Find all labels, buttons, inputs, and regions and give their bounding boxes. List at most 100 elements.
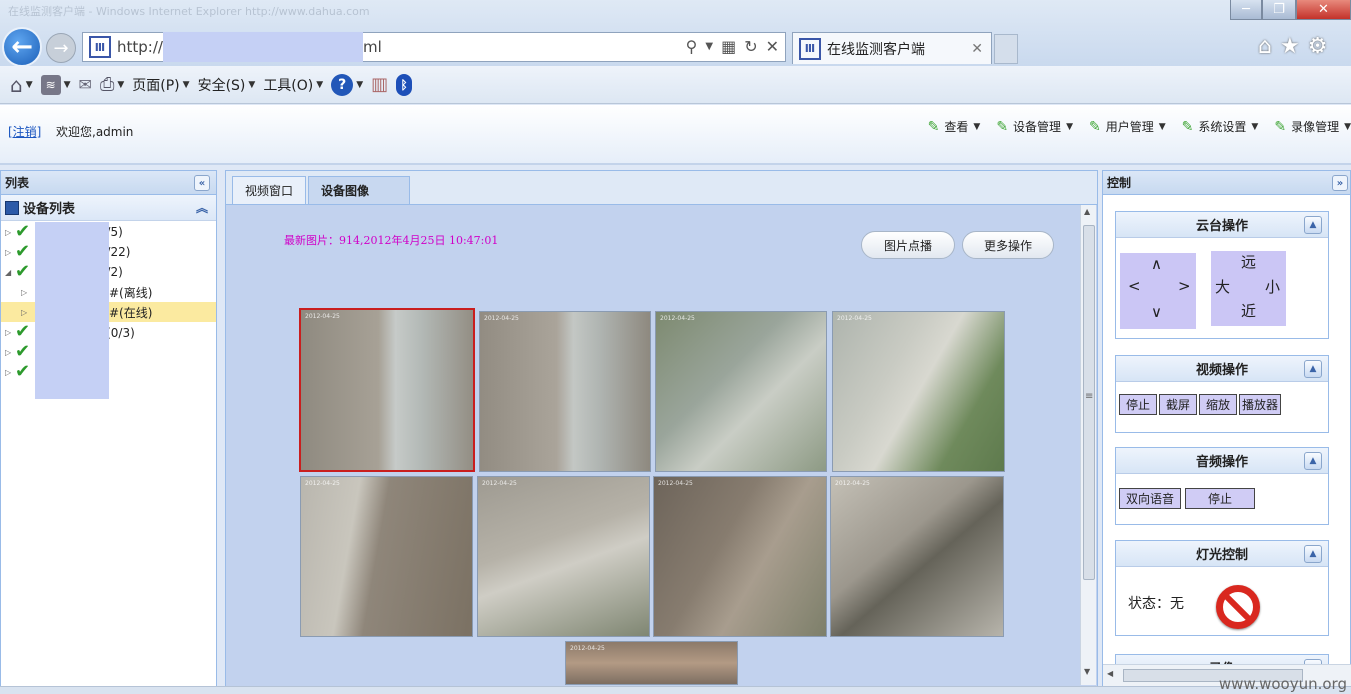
camera-thumbnail[interactable]: 2012-04-25 <box>830 476 1004 637</box>
home-icon[interactable]: ⌂ <box>1258 34 1272 59</box>
forward-button[interactable]: → <box>46 33 76 63</box>
collapsed-triangle-icon[interactable]: ▷ <box>5 328 15 337</box>
collapse-up-icon[interactable]: ▲ <box>1304 360 1322 378</box>
menu-user-management[interactable]: ✎ 用户管理 ▼ <box>1089 118 1166 135</box>
search-icon[interactable]: ⚲ <box>686 37 698 56</box>
command-bar: ⌂ ▼ ≋ ▼ ✉ ⎙ ▼ 页面(P) ▼ 安全(S) ▼ 工具(O) ▼ ? ▼ ▥ ᛒ <box>0 66 1351 104</box>
ptz-zoom-out-button[interactable]: 小 <box>1265 276 1280 297</box>
scroll-left-icon[interactable]: ◀ <box>1107 669 1113 678</box>
chevron-down-icon: ▼ <box>316 79 324 90</box>
tab-close-icon[interactable]: ✕ <box>971 41 983 57</box>
print-command[interactable]: ⎙ ▼ <box>100 74 124 95</box>
audio-stop-button[interactable]: 停止 <box>1185 488 1256 509</box>
stop-icon[interactable]: ✕ <box>766 37 779 56</box>
image-play-button[interactable]: 图片点播 <box>861 231 955 259</box>
collapsed-triangle-icon[interactable]: ▷ <box>21 308 31 317</box>
menu-recording-management[interactable]: ✎ 录像管理 ▼ <box>1274 118 1351 135</box>
pencil-icon: ✎ <box>1088 118 1101 135</box>
tools-menu[interactable]: 工具(O) ▼ <box>263 75 323 95</box>
ptz-far-button[interactable]: 远 <box>1241 251 1256 272</box>
audio-ops-title: 音频操作 <box>1195 455 1248 470</box>
bluetooth-command[interactable]: ᛒ <box>396 73 413 96</box>
player-button[interactable]: 播放器 <box>1239 394 1282 415</box>
collapsed-triangle-icon[interactable]: ▷ <box>5 368 15 377</box>
collapsed-triangle-icon[interactable]: ▷ <box>5 228 15 237</box>
collapse-up-icon[interactable]: ▲ <box>1304 545 1322 563</box>
zoom-button[interactable]: 缩放 <box>1199 394 1238 415</box>
thumbnail-timestamp: 2012-04-25 <box>835 480 870 487</box>
scroll-up-icon[interactable]: ▲ <box>1084 207 1090 216</box>
restore-button[interactable]: ❐ <box>1262 0 1296 20</box>
tab-device-image[interactable]: 设备图像 <box>308 176 411 204</box>
collapsed-triangle-icon[interactable]: ▷ <box>5 348 15 357</box>
collapse-up-button[interactable]: ︽ <box>194 199 210 215</box>
url-text[interactable]: http:// ml <box>117 32 382 62</box>
site-favicon-icon: Ⅲ <box>89 36 111 58</box>
favorites-star-icon[interactable]: ★ <box>1280 34 1300 59</box>
printer-icon: ⎙ <box>99 74 115 95</box>
more-actions-button[interactable]: 更多操作 <box>962 231 1054 259</box>
center-scrollbar[interactable]: ▲ ≡ ▼ <box>1080 205 1096 685</box>
refresh-icon[interactable]: ↻ <box>744 37 757 56</box>
ptz-zoom-in-button[interactable]: 大 <box>1215 276 1230 297</box>
page-menu[interactable]: 页面(P) ▼ <box>132 75 189 95</box>
checkmark-icon: ✔ <box>15 341 31 362</box>
gear-icon[interactable]: ⚙ <box>1308 34 1328 59</box>
ptz-left-button[interactable]: < <box>1128 277 1141 295</box>
menu-device-management[interactable]: ✎ 设备管理 ▼ <box>996 118 1073 135</box>
collapse-right-button[interactable]: » <box>1332 175 1348 191</box>
menu-view[interactable]: ✎ 查看 ▼ <box>928 118 981 135</box>
two-way-audio-button[interactable]: 双向语音 <box>1119 488 1182 509</box>
thumbnail-timestamp: 2012-04-25 <box>305 313 340 320</box>
camera-thumbnail[interactable]: 2012-04-25 <box>299 308 475 472</box>
logout-link[interactable]: [注销] <box>8 123 41 140</box>
safety-menu[interactable]: 安全(S) ▼ <box>198 75 256 95</box>
scroll-down-icon[interactable]: ▼ <box>1084 667 1090 676</box>
collapse-left-button[interactable]: « <box>194 175 210 191</box>
video-stop-button[interactable]: 停止 <box>1119 394 1158 415</box>
mail-command[interactable]: ✉ <box>79 75 92 94</box>
home-command[interactable]: ⌂ ▼ <box>10 73 33 97</box>
research-command[interactable]: ▥ <box>371 74 388 95</box>
checkmark-icon: ✔ <box>15 261 31 282</box>
camera-thumbnail[interactable]: 2012-04-25 <box>300 476 473 637</box>
camera-thumbnail[interactable]: 2012-04-25 <box>653 476 827 637</box>
camera-thumbnail[interactable]: 2012-04-25 <box>565 641 738 685</box>
light-control-box: 灯光控制 ▲ 状态：无 <box>1115 540 1329 636</box>
device-list-header: 设备列表 ︽ <box>1 195 216 221</box>
menu-label: 录像管理 <box>1291 120 1340 134</box>
browser-tab[interactable]: Ⅲ 在线监测客户端 ✕ <box>792 32 992 64</box>
ptz-near-button[interactable]: 近 <box>1241 300 1256 321</box>
camera-thumbnail[interactable]: 2012-04-25 <box>479 311 651 472</box>
box-header: 音频操作 ▲ <box>1116 448 1328 474</box>
ptz-down-button[interactable]: ∨ <box>1151 303 1162 321</box>
watermark: www.wooyun.org <box>1218 675 1347 693</box>
collapsed-triangle-icon[interactable]: ▷ <box>5 248 15 257</box>
ptz-up-button[interactable]: ∧ <box>1151 255 1162 273</box>
minimize-button[interactable]: ─ <box>1230 0 1262 20</box>
back-button[interactable]: ← <box>2 27 42 67</box>
camera-thumbnail[interactable]: 2012-04-25 <box>477 476 650 637</box>
feeds-command[interactable]: ≋ ▼ <box>40 74 71 95</box>
new-tab-button[interactable] <box>994 34 1018 64</box>
collapse-up-icon[interactable]: ▲ <box>1304 452 1322 470</box>
tab-video-window[interactable]: 视频窗口 <box>232 176 307 204</box>
menu-system-settings[interactable]: ✎ 系统设置 ▼ <box>1182 118 1259 135</box>
camera-thumbnail[interactable]: 2012-04-25 <box>655 311 827 472</box>
status-bar <box>0 686 1351 694</box>
scroll-thumb[interactable] <box>1083 225 1095 580</box>
safety-menu-label: 安全(S) <box>197 77 246 94</box>
collapsed-triangle-icon[interactable]: ▷ <box>21 288 31 297</box>
close-window-button[interactable]: ✕ <box>1296 0 1351 20</box>
ptz-direction-pad: ∧ < > ∨ <box>1120 253 1196 329</box>
camera-thumbnail[interactable]: 2012-04-25 <box>832 311 1005 472</box>
help-menu[interactable]: ? ▼ <box>331 73 363 96</box>
screenshot-button[interactable]: 截屏 <box>1159 394 1198 415</box>
expanded-triangle-icon[interactable]: ◢ <box>5 268 15 277</box>
compat-view-icon[interactable]: ▦ <box>721 37 736 56</box>
ptz-right-button[interactable]: > <box>1178 277 1191 295</box>
collapse-up-icon[interactable]: ▲ <box>1304 216 1322 234</box>
pencil-icon: ✎ <box>1274 118 1287 135</box>
dropdown-caret-icon[interactable]: ▼ <box>705 37 713 56</box>
address-bar[interactable]: Ⅲ http:// ml ⚲ ▼ ▦ ↻ ✕ <box>82 32 786 62</box>
